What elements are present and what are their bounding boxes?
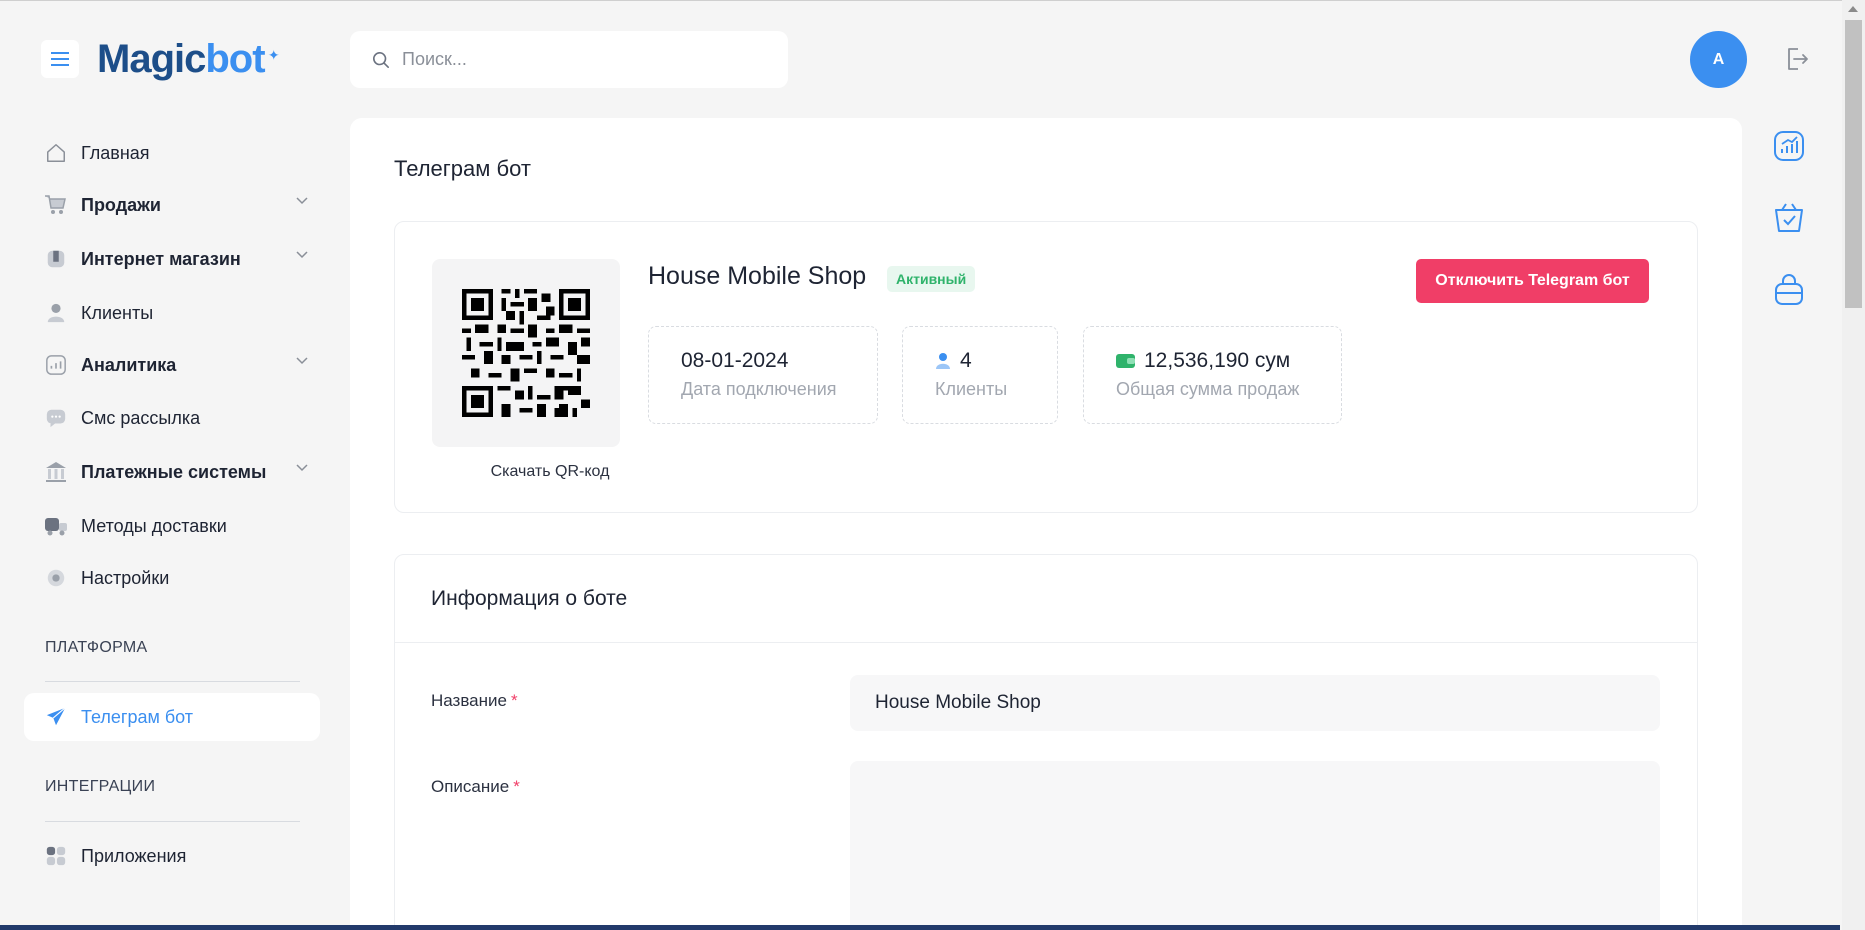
sidebar-item-analytics[interactable]: Аналитика: [24, 343, 320, 387]
sidebar-item-label: Методы доставки: [81, 515, 227, 536]
sidebar-item-payment-systems[interactable]: Платежные системы: [24, 450, 320, 494]
field-label-text: Название: [431, 691, 507, 710]
rail-shop-button[interactable]: [1773, 274, 1805, 306]
rail-orders-button[interactable]: [1773, 202, 1805, 234]
shopping-bag-icon: [1775, 274, 1803, 305]
page-title: Телеграм бот: [394, 156, 531, 181]
cart-icon: [44, 193, 68, 217]
user-icon: [44, 301, 68, 325]
search-icon: [372, 51, 390, 68]
sidebar-item-online-store[interactable]: Интернет магазин: [24, 237, 320, 281]
description-field-label: Описание *: [431, 777, 520, 797]
logo-text-bot: bot: [205, 37, 265, 81]
required-mark: *: [510, 691, 518, 710]
sidebar-item-sales[interactable]: Продажи: [24, 183, 320, 227]
section-divider: [395, 642, 1697, 643]
chevron-down-icon: [296, 357, 308, 365]
stat-value: 12,536,190 сум: [1144, 349, 1291, 372]
sidebar-item-home[interactable]: Главная: [24, 131, 320, 175]
sidebar-item-label: Продажи: [81, 194, 161, 215]
scrollbar-thumb[interactable]: [1845, 20, 1862, 308]
sidebar-item-label: Приложения: [81, 845, 187, 866]
chart-trend-icon: [1774, 131, 1804, 161]
bot-name-input[interactable]: [850, 675, 1660, 731]
bot-shop-name: House Mobile Shop: [648, 262, 867, 290]
stat-connected-date: 08-01-2024 Дата подключения: [648, 326, 878, 424]
section-label-integrations: ИНТЕГРАЦИИ: [45, 778, 156, 795]
logout-icon: [1788, 48, 1808, 70]
status-badge: Активный: [887, 266, 976, 292]
download-qr-link[interactable]: Скачать QR-код: [450, 463, 650, 481]
search-input[interactable]: [402, 49, 762, 70]
window-bottom-border: [0, 925, 1840, 930]
section-divider: [45, 821, 300, 822]
chevron-down-icon: [296, 197, 308, 205]
truck-icon: [44, 514, 68, 538]
name-field-label: Название *: [431, 691, 518, 711]
sidebar-item-delivery[interactable]: Методы доставки: [24, 504, 320, 548]
sidebar-item-label: Аналитика: [81, 354, 177, 375]
sidebar-item-label: Настройки: [81, 567, 170, 588]
stat-sales-total: 12,536,190 сум Общая сумма продаж: [1083, 326, 1342, 424]
disable-telegram-bot-button[interactable]: Отключить Telegram бот: [1416, 259, 1649, 303]
stat-value-row: 12,536,190 сум: [1116, 349, 1341, 373]
sidebar-item-label: Телеграм бот: [81, 706, 194, 727]
menu-toggle-button[interactable]: [41, 40, 79, 78]
sidebar-item-settings[interactable]: Настройки: [24, 556, 320, 600]
rail-analytics-button[interactable]: [1773, 130, 1805, 162]
avatar[interactable]: A: [1690, 31, 1747, 88]
stat-label: Клиенты: [935, 379, 1008, 399]
hamburger-icon: [51, 52, 69, 66]
chevron-down-icon: [296, 464, 308, 472]
stat-label: Общая сумма продаж: [1116, 379, 1300, 399]
app-logo[interactable]: Magicbot ✦: [97, 34, 280, 84]
sidebar-item-apps[interactable]: Приложения: [24, 834, 320, 878]
basket-check-icon: [1775, 203, 1803, 232]
bank-icon: [44, 460, 68, 484]
section-divider: [45, 681, 300, 682]
qr-code: [432, 259, 620, 447]
sidebar-item-label: Интернет магазин: [81, 248, 241, 269]
stat-clients: 4 Клиенты: [902, 326, 1058, 424]
bot-summary-card: Скачать QR-код House Mobile Shop Активны…: [394, 221, 1698, 513]
required-mark: *: [513, 777, 520, 796]
stat-label: Дата подключения: [681, 379, 837, 399]
wallet-icon: [1116, 353, 1135, 369]
bot-description-input[interactable]: [850, 761, 1660, 930]
sidebar-item-clients[interactable]: Клиенты: [24, 291, 320, 335]
section-title: Информация о боте: [431, 587, 628, 610]
scroll-up-arrow-icon[interactable]: [1848, 6, 1858, 12]
sidebar-item-label: Клиенты: [81, 302, 154, 323]
stat-value: 4: [960, 349, 972, 372]
qr-code-icon: [462, 289, 590, 417]
main-content: Телеграм бот Скачать QR-код House Mobile…: [350, 118, 1742, 930]
sidebar-item-telegram-bot[interactable]: Телеграм бот: [24, 693, 320, 741]
logout-button[interactable]: [1784, 46, 1810, 77]
analytics-icon: [44, 353, 68, 377]
sidebar: Magicbot ✦ Главная Продажи Интернет мага…: [0, 0, 340, 925]
paper-plane-icon: [44, 705, 68, 729]
user-icon: [935, 352, 951, 370]
apps-grid-icon: [44, 844, 68, 868]
search-bar[interactable]: [350, 31, 788, 88]
sidebar-item-sms[interactable]: Смс рассылка: [24, 396, 320, 440]
chevron-down-icon: [296, 251, 308, 259]
section-label-platform: ПЛАТФОРМА: [45, 639, 148, 656]
stat-value-row: 4: [935, 349, 1057, 373]
sidebar-item-label: Главная: [81, 142, 150, 163]
sparkle-icon: ✦: [267, 47, 280, 63]
sidebar-item-label: Платежные системы: [81, 461, 267, 482]
home-icon: [44, 141, 68, 165]
logo-text-magic: Magic: [97, 37, 206, 81]
bot-info-card: Информация о боте Название* Описание*: [394, 554, 1698, 930]
gear-icon: [44, 566, 68, 590]
store-icon: [44, 247, 68, 271]
chat-icon: [44, 406, 68, 430]
sidebar-item-label: Смс рассылка: [81, 407, 201, 428]
stat-value: 08-01-2024: [681, 349, 789, 372]
field-label-text: Описание: [431, 777, 510, 796]
